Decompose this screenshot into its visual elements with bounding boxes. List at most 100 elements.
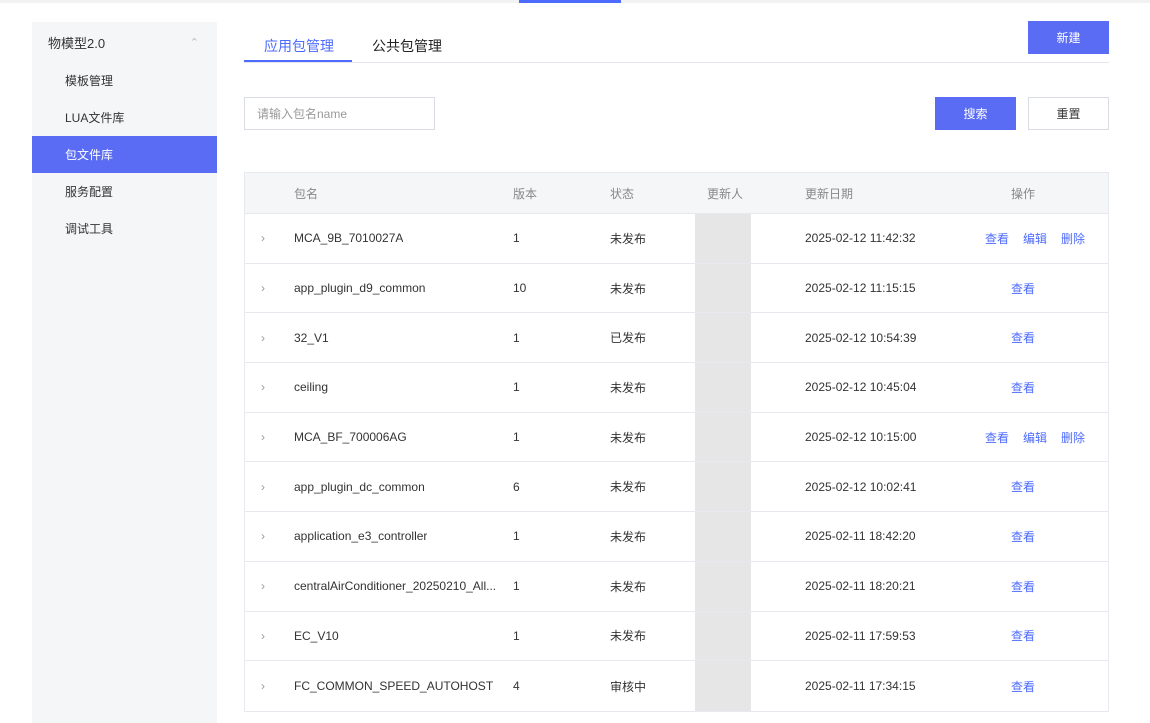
chevron-right-icon[interactable]: › bbox=[261, 462, 275, 511]
chevron-right-icon[interactable]: › bbox=[261, 313, 275, 362]
updater-redacted-cell bbox=[695, 611, 751, 661]
cell-status: 未发布 bbox=[610, 529, 647, 544]
edit-link[interactable]: 编辑 bbox=[1023, 230, 1047, 247]
cell-version: 10 bbox=[513, 281, 527, 296]
cell-package-name: ceiling bbox=[294, 363, 499, 412]
cell-operations: 查看 bbox=[961, 462, 1085, 511]
chevron-right-icon[interactable]: › bbox=[261, 661, 275, 711]
package-name-text: MCA_9B_7010027A bbox=[294, 231, 404, 246]
cell-package-name: EC_V10 bbox=[294, 612, 499, 661]
package-name-text: FC_COMMON_SPEED_AUTOHOST bbox=[294, 679, 494, 694]
sidebar-group-label: 物模型2.0 bbox=[48, 35, 106, 51]
new-button[interactable]: 新建 bbox=[1028, 21, 1109, 54]
search-button[interactable]: 搜索 bbox=[935, 97, 1016, 130]
tab-app-packages[interactable]: 应用包管理 bbox=[264, 36, 334, 56]
table-row: › FC_COMMON_SPEED_AUTOHOST 4 审核中 2025-02-11 … bbox=[245, 661, 1108, 711]
updater-redacted-cell bbox=[695, 512, 751, 561]
view-link[interactable]: 查看 bbox=[1011, 528, 1035, 545]
updater-redacted-cell bbox=[695, 661, 751, 711]
tab-bar: 应用包管理 公共包管理 bbox=[244, 28, 1109, 63]
cell-version: 1 bbox=[513, 579, 520, 594]
reset-button[interactable]: 重置 bbox=[1028, 97, 1109, 130]
edit-link[interactable]: 编辑 bbox=[1023, 429, 1047, 446]
cell-operations: 查看 bbox=[961, 363, 1085, 412]
col-header-name: 包名 bbox=[294, 186, 319, 201]
package-table: 包名 版本 状态 更新人 更新日期 操作 › MCA_9B_7010027A 1 未发… bbox=[244, 172, 1109, 712]
col-header-status: 状态 bbox=[610, 186, 635, 201]
cell-status: 未发布 bbox=[610, 579, 647, 594]
table-body: › MCA_9B_7010027A 1 未发布 2025-02-12 11:42:32 查… bbox=[245, 214, 1108, 711]
table-row: › centralAirConditioner_20250210_All... 1 未… bbox=[245, 561, 1108, 612]
package-name-text: ceiling bbox=[294, 380, 329, 395]
updater-redacted-cell bbox=[695, 363, 751, 412]
view-link[interactable]: 查看 bbox=[1011, 678, 1035, 695]
updater-redacted-cell bbox=[695, 214, 751, 263]
sidebar-item[interactable]: 服务配置 bbox=[32, 173, 217, 210]
cell-version: 4 bbox=[513, 679, 520, 694]
view-link[interactable]: 查看 bbox=[985, 230, 1009, 247]
delete-link[interactable]: 删除 bbox=[1061, 230, 1085, 247]
cell-package-name: 32_V1 bbox=[294, 313, 499, 362]
view-link[interactable]: 查看 bbox=[1011, 627, 1035, 644]
chevron-right-icon[interactable]: › bbox=[261, 562, 275, 611]
cell-package-name: application_e3_controller bbox=[294, 512, 499, 561]
chevron-right-icon[interactable]: › bbox=[261, 264, 275, 313]
sidebar-item[interactable]: LUA文件库 bbox=[32, 99, 217, 136]
table-row: › MCA_9B_7010027A 1 未发布 2025-02-12 11:42:32 查… bbox=[245, 214, 1108, 264]
cell-update-date: 2025-02-12 10:15:00 bbox=[805, 430, 917, 445]
view-link[interactable]: 查看 bbox=[1011, 478, 1035, 495]
search-input[interactable] bbox=[244, 97, 435, 130]
col-header-date: 更新日期 bbox=[805, 186, 854, 201]
cell-update-date: 2025-02-11 18:42:20 bbox=[805, 529, 916, 544]
delete-link[interactable]: 删除 bbox=[1061, 429, 1085, 446]
cell-update-date: 2025-02-12 11:15:15 bbox=[805, 281, 916, 296]
cell-operations: 查看 编辑 删除 bbox=[961, 214, 1109, 263]
cell-package-name: MCA_9B_7010027A bbox=[294, 214, 499, 263]
table-row: › EC_V10 1 未发布 2025-02-11 17:59:53 查看 bbox=[245, 611, 1108, 662]
sidebar-items: 模板管理 LUA文件库 包文件库 服务配置 调试工具 bbox=[32, 62, 217, 247]
cell-operations: 查看 bbox=[961, 612, 1085, 661]
chevron-right-icon[interactable]: › bbox=[261, 363, 275, 412]
package-name-text: app_plugin_dc_common bbox=[294, 479, 425, 494]
table-header: 包名 版本 状态 更新人 更新日期 操作 bbox=[245, 173, 1108, 214]
table-row: › MCA_BF_700006AG 1 未发布 2025-02-12 10:15:00 查… bbox=[245, 412, 1108, 463]
chevron-right-icon[interactable]: › bbox=[261, 612, 275, 661]
cell-package-name: app_plugin_dc_common bbox=[294, 462, 499, 511]
table-row: › 32_V1 1 已发布 2025-02-12 10:54:39 查看 bbox=[245, 313, 1108, 364]
cell-status: 未发布 bbox=[610, 430, 647, 445]
cell-update-date: 2025-02-11 18:20:21 bbox=[805, 579, 916, 594]
package-name-text: MCA_BF_700006AG bbox=[294, 430, 407, 445]
sidebar-item[interactable]: 模板管理 bbox=[32, 62, 217, 99]
cell-version: 1 bbox=[513, 628, 520, 643]
cell-update-date: 2025-02-11 17:34:15 bbox=[805, 679, 916, 694]
cell-version: 1 bbox=[513, 529, 520, 544]
view-link[interactable]: 查看 bbox=[1011, 280, 1035, 297]
view-link[interactable]: 查看 bbox=[985, 429, 1009, 446]
updater-redacted-cell bbox=[695, 561, 751, 611]
chevron-right-icon[interactable]: › bbox=[261, 413, 275, 462]
table-row: › app_plugin_d9_common 10 未发布 2025-02-12 11:… bbox=[245, 263, 1108, 314]
cell-status: 审核中 bbox=[610, 679, 647, 694]
cell-status: 未发布 bbox=[610, 480, 647, 495]
active-tab-underline bbox=[244, 60, 352, 62]
cell-status: 未发布 bbox=[610, 231, 647, 246]
chevron-right-icon[interactable]: › bbox=[261, 214, 275, 263]
sidebar-item[interactable]: 调试工具 bbox=[32, 210, 217, 247]
tab-public-packages[interactable]: 公共包管理 bbox=[372, 36, 442, 56]
chevron-right-icon[interactable]: › bbox=[261, 512, 275, 561]
cell-version: 1 bbox=[513, 380, 520, 395]
cell-version: 1 bbox=[513, 231, 520, 246]
view-link[interactable]: 查看 bbox=[1011, 578, 1035, 595]
view-link[interactable]: 查看 bbox=[1011, 379, 1035, 396]
sidebar-item[interactable]: 包文件库 bbox=[32, 136, 217, 173]
sidebar-group-header[interactable]: 物模型2.0 ⌃ bbox=[32, 22, 217, 62]
package-name-text: app_plugin_d9_common bbox=[294, 281, 426, 296]
cell-package-name: centralAirConditioner_20250210_All... bbox=[294, 562, 499, 611]
cell-status: 已发布 bbox=[610, 331, 647, 346]
table-row: › app_plugin_dc_common 6 未发布 2025-02-12 10:0… bbox=[245, 462, 1108, 513]
cell-status: 未发布 bbox=[610, 281, 647, 296]
cell-update-date: 2025-02-12 10:54:39 bbox=[805, 330, 917, 345]
updater-redacted-cell bbox=[695, 263, 751, 313]
view-link[interactable]: 查看 bbox=[1011, 329, 1035, 346]
package-name-text: EC_V10 bbox=[294, 628, 339, 643]
